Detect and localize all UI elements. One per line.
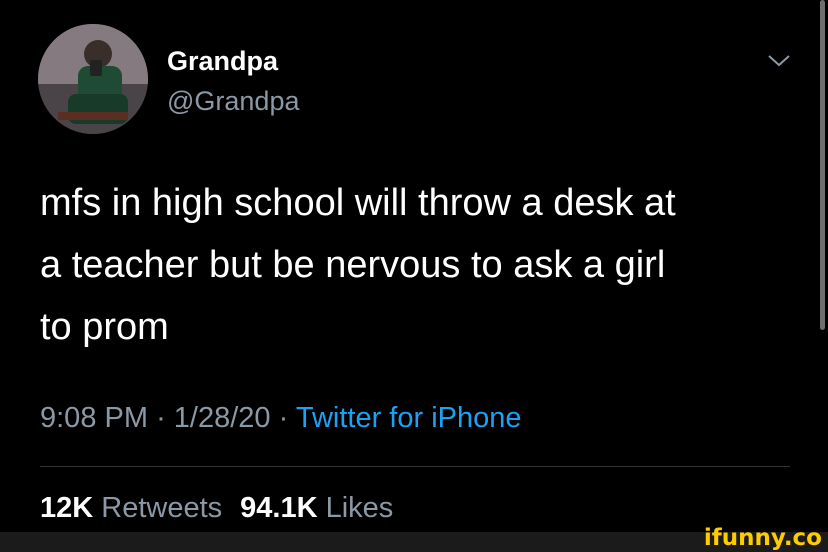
ifunny-watermark: ifunny.co xyxy=(703,525,822,551)
tweet-metadata: 9:08 PM · 1/28/20 · Twitter for iPhone xyxy=(40,402,522,435)
tweet-text-line: to prom xyxy=(40,306,169,348)
retweets-count: 12K xyxy=(40,492,94,524)
retweets-label: Retweets xyxy=(101,492,223,524)
likes-count: 94.1K xyxy=(240,492,318,524)
likes-label: Likes xyxy=(325,492,394,524)
retweets-stat[interactable]: 12K Retweets xyxy=(40,492,222,524)
tweet-source-link[interactable]: Twitter for iPhone xyxy=(296,402,522,434)
display-name[interactable]: Grandpa xyxy=(167,46,278,77)
tweet-text-line: mfs in high school will throw a desk at xyxy=(40,182,676,224)
avatar-photo-icon xyxy=(38,24,148,134)
chevron-down-icon[interactable] xyxy=(766,52,792,70)
tweet-text: mfs in high school will throw a desk at … xyxy=(40,172,800,358)
meta-separator: · xyxy=(278,402,289,434)
divider xyxy=(40,466,790,467)
meta-separator: · xyxy=(156,402,166,434)
tweet-time[interactable]: 9:08 PM xyxy=(40,402,148,434)
scrollbar[interactable] xyxy=(820,0,825,330)
tweet-date[interactable]: 1/28/20 xyxy=(174,402,271,434)
tweet-text-line: a teacher but be nervous to ask a girl xyxy=(40,244,666,286)
tweet-stats: 12K Retweets 94.1K Likes xyxy=(40,492,393,525)
avatar[interactable] xyxy=(38,24,148,134)
likes-stat[interactable]: 94.1K Likes xyxy=(240,492,393,524)
user-handle[interactable]: @Grandpa xyxy=(167,86,299,117)
